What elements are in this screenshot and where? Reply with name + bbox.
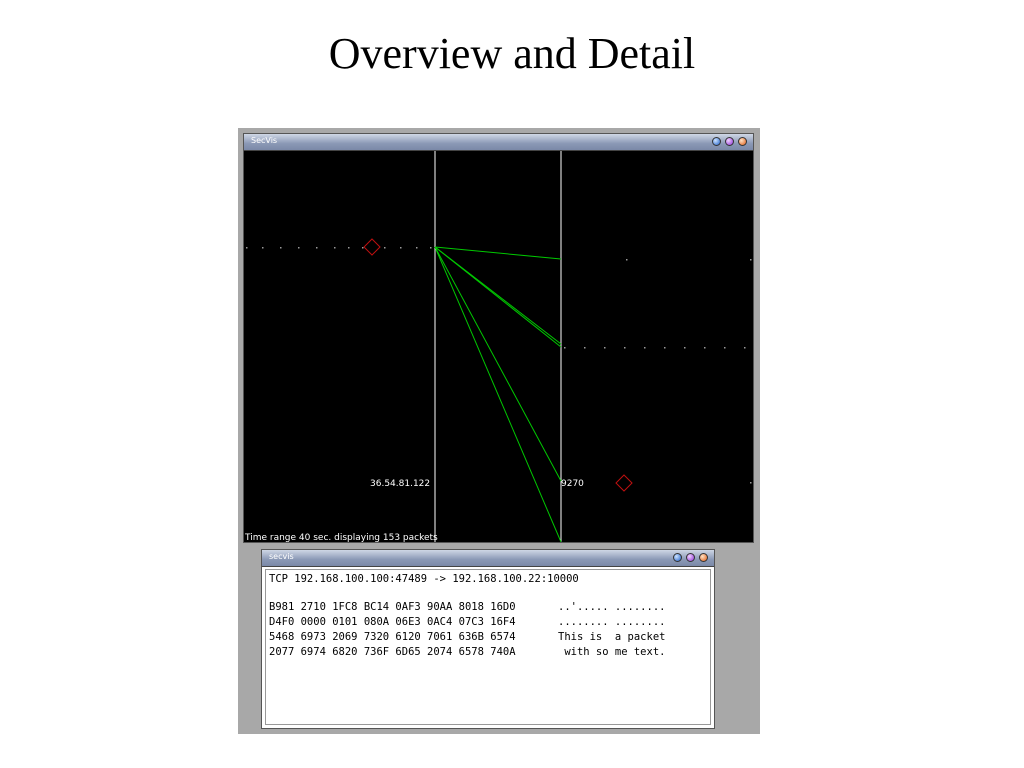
right-axis-value-label: 9270 — [561, 479, 584, 489]
packet-dot — [348, 247, 350, 249]
packet-dot — [750, 482, 752, 484]
screenshot-frame: SecVis 36.54.81.122 9270 Time range 40 s… — [238, 128, 760, 734]
packet-dot — [316, 247, 318, 249]
canvas-background — [244, 151, 753, 542]
ascii-row: ........ ........ — [558, 616, 666, 628]
packet-text-area[interactable]: TCP 192.168.100.100:47489 -> 192.168.100… — [265, 569, 711, 725]
close-button[interactable] — [699, 553, 708, 562]
packet-dot — [664, 347, 666, 349]
packet-dot — [334, 247, 336, 249]
packet-dot — [430, 247, 432, 249]
packet-dot — [384, 247, 386, 249]
secvis-window: SecVis 36.54.81.122 9270 Time range 40 s… — [243, 133, 754, 543]
secvis-titlebar[interactable]: SecVis — [244, 134, 753, 151]
packet-dot — [626, 259, 628, 261]
left-axis-value-label: 36.54.81.122 — [370, 479, 430, 489]
ascii-row: with so me text. — [558, 646, 666, 658]
packet-detail-titlebar[interactable]: secvis — [262, 550, 714, 567]
slide-title: Overview and Detail — [328, 29, 696, 78]
packet-dot — [280, 247, 282, 249]
packet-dot — [624, 347, 626, 349]
hex-row: 5468 6973 2069 7320 6120 7061 636B 6574 — [269, 631, 516, 643]
packet-dot — [262, 247, 264, 249]
ascii-row: This is a packet — [558, 631, 666, 643]
window-title: secvis — [269, 552, 294, 561]
packet-dot — [604, 347, 606, 349]
packet-dot — [416, 247, 418, 249]
packet-dot — [744, 347, 746, 349]
packet-dot — [724, 347, 726, 349]
close-button[interactable] — [738, 137, 747, 146]
packet-dot — [298, 247, 300, 249]
status-text: Time range 40 sec. displaying 153 packet… — [244, 533, 438, 542]
packet-dot — [750, 259, 752, 261]
maximize-button[interactable] — [686, 553, 695, 562]
hex-row: 2077 6974 6820 736F 6D65 2074 6578 740A — [269, 646, 516, 658]
packet-dot — [564, 347, 566, 349]
packet-detail-window: secvis TCP 192.168.100.100:47489 -> 192.… — [261, 549, 715, 729]
packet-dot — [684, 347, 686, 349]
minimize-button[interactable] — [673, 553, 682, 562]
connection-header: TCP 192.168.100.100:47489 -> 192.168.100… — [269, 573, 579, 585]
hex-row: D4F0 0000 0101 080A 06E3 0AC4 07C3 16F4 — [269, 616, 516, 628]
ascii-row: ..'..... ........ — [558, 601, 666, 613]
packet-dot — [644, 347, 646, 349]
packet-dot — [362, 247, 364, 249]
parallel-coordinates-canvas[interactable]: 36.54.81.122 9270 Time range 40 sec. dis… — [244, 151, 753, 542]
minimize-button[interactable] — [712, 137, 721, 146]
hex-row: B981 2710 1FC8 BC14 0AF3 90AA 8018 16D0 — [269, 601, 516, 613]
packet-dot — [246, 247, 248, 249]
packet-dot — [584, 347, 586, 349]
maximize-button[interactable] — [725, 137, 734, 146]
window-title: SecVis — [251, 136, 278, 145]
packet-dot — [704, 347, 706, 349]
packet-dot — [400, 247, 402, 249]
